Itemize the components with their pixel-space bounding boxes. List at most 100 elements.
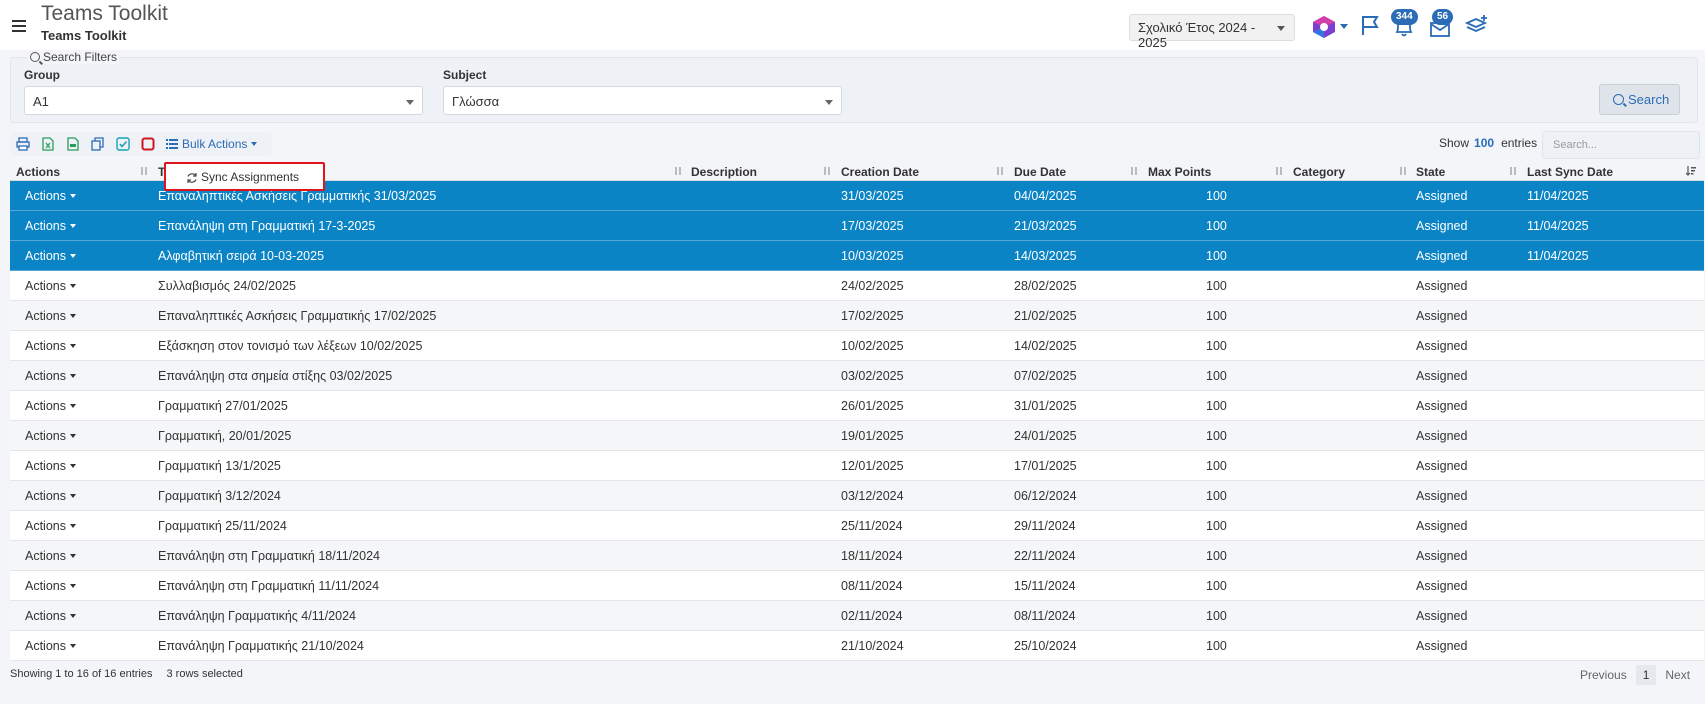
table-row[interactable]: Actions Γραμματική 3/12/2024 03/12/2024 06/… (10, 481, 1704, 511)
flag-icon[interactable] (1358, 13, 1382, 37)
office-hub-icon[interactable] (1310, 14, 1338, 40)
sort-icon (140, 167, 147, 176)
table-row[interactable]: Actions Αλφαβητική σειρά 10-03-2025 10/03/… (10, 241, 1704, 271)
search-button[interactable]: Search (1599, 84, 1680, 115)
state-text: Assigned (1416, 459, 1468, 473)
state-text: Assigned (1416, 609, 1468, 623)
row-actions-button[interactable]: Actions (25, 279, 76, 293)
menu-icon[interactable] (12, 20, 26, 32)
assignment-title: Επανάληψη Γραμματικής 21/10/2024 (158, 639, 364, 653)
col-actions[interactable]: Actions (16, 165, 60, 179)
row-actions-button[interactable]: Actions (25, 609, 76, 623)
table-row[interactable]: Actions Επανάληψη Γραμματικής 21/10/2024 2… (10, 631, 1704, 661)
group-select[interactable]: A1 (24, 86, 423, 115)
creation-date: 24/02/2025 (841, 279, 904, 293)
assignment-title-text: Επαναληπτικές Ασκήσεις Γραμματικής 17/02… (158, 309, 437, 323)
max-points-text: 100 (1206, 219, 1227, 233)
row-actions-button[interactable]: Actions (25, 219, 76, 233)
col-state[interactable]: State (1416, 165, 1445, 179)
chevron-down-icon (70, 554, 76, 558)
row-actions-button[interactable]: Actions (25, 549, 76, 563)
sync-assignments-menu-item[interactable]: Sync Assignments (164, 162, 325, 191)
bulk-actions-button[interactable]: Bulk Actions (166, 137, 258, 151)
row-actions-button[interactable]: Actions (25, 309, 76, 323)
hub-chevron-icon[interactable] (1340, 24, 1348, 29)
chevron-down-icon (70, 224, 76, 228)
table-row[interactable]: Actions Συλλαβισμός 24/02/2025 24/02/2025 2… (10, 271, 1704, 301)
csv-icon[interactable] (66, 137, 80, 151)
col-due-date[interactable]: Due Date (1014, 165, 1066, 179)
max-points: 100 (1206, 279, 1227, 293)
col-description[interactable]: Description (691, 165, 757, 179)
row-actions-button-text: Actions (25, 309, 66, 323)
max-points: 100 (1206, 339, 1227, 353)
due-date: 07/02/2025 (1014, 369, 1077, 383)
next-page-button[interactable]: Next (1665, 668, 1690, 682)
creation-date-text: 08/11/2024 (841, 579, 903, 593)
max-points: 100 (1206, 549, 1227, 563)
col-creation-date[interactable]: Creation Date (841, 165, 919, 179)
row-actions-button[interactable]: Actions (25, 339, 76, 353)
print-icon[interactable] (16, 137, 30, 151)
deselect-icon[interactable] (141, 137, 155, 151)
row-actions-button[interactable]: Actions (25, 249, 76, 263)
table-row[interactable]: Actions Γραμματική, 20/01/2025 19/01/2025 2… (10, 421, 1704, 451)
row-actions-button[interactable]: Actions (25, 519, 76, 533)
row-actions-button[interactable]: Actions (25, 639, 76, 653)
copy-icon[interactable] (91, 137, 105, 151)
row-actions-button[interactable]: Actions (25, 369, 76, 383)
table-row[interactable]: Actions Επανάληψη στα σημεία στίξης 03/02… (10, 361, 1704, 391)
due-date: 04/04/2025 (1014, 189, 1077, 203)
table-row[interactable]: Actions Επανάληψη Γραμματικής 4/11/2024 02… (10, 601, 1704, 631)
max-points-text: 100 (1206, 399, 1227, 413)
school-year-select[interactable]: Σχολικό Έτος 2024 - 2025 (1129, 14, 1295, 50)
check-all-icon[interactable] (116, 137, 130, 151)
table-row[interactable]: Actions Επαναληπτικές Ασκήσεις Γραμματική… (10, 301, 1704, 331)
table-row[interactable]: Actions Εξάσκηση στον τονισμό των λέξεων … (10, 331, 1704, 361)
table-row[interactable]: Actions Επανάληψη στη Γραμματική 18/11/20… (10, 541, 1704, 571)
row-actions-button-text: Actions (25, 369, 66, 383)
row-actions-button[interactable]: Actions (25, 459, 76, 473)
max-points-text: 100 (1206, 339, 1227, 353)
assignment-title-text: Αλφαβητική σειρά 10-03-2025 (158, 249, 325, 263)
col-last-sync-date[interactable]: Last Sync Date (1527, 165, 1613, 179)
row-actions-button-text: Actions (25, 609, 66, 623)
state: Assigned (1416, 249, 1467, 263)
creation-date: 31/03/2025 (841, 189, 904, 203)
due-date-text: 21/02/2025 (1014, 309, 1077, 323)
due-date: 06/12/2024 (1014, 489, 1077, 503)
assignment-title-text: Επανάληψη Γραμματικής 21/10/2024 (158, 639, 364, 653)
row-actions-button[interactable]: Actions (25, 489, 76, 503)
row-actions-button[interactable]: Actions (25, 579, 76, 593)
pagination: Previous 1 Next (1580, 665, 1690, 685)
search-icon (1613, 94, 1624, 105)
row-actions-button-text: Actions (25, 459, 66, 473)
state: Assigned (1416, 189, 1467, 203)
layers-add-icon[interactable] (1465, 13, 1489, 37)
search-icon (30, 52, 40, 62)
table-row[interactable]: Actions Γραμματική 27/01/2025 26/01/2025 31… (10, 391, 1704, 421)
col-category[interactable]: Category (1293, 165, 1345, 179)
assignment-title-text: Συλλαβισμός 24/02/2025 (158, 279, 296, 293)
table-row[interactable]: Actions Επανάληψη στη Γραμματική 11/11/20… (10, 571, 1704, 601)
row-actions-button[interactable]: Actions (25, 189, 76, 203)
row-actions-button[interactable]: Actions (25, 399, 76, 413)
creation-date-text: 12/01/2025 (841, 459, 904, 473)
due-date: 15/11/2024 (1014, 579, 1076, 593)
subject-select[interactable]: Γλώσσα (443, 86, 842, 115)
creation-date: 10/02/2025 (841, 339, 904, 353)
previous-page-button[interactable]: Previous (1580, 668, 1627, 682)
assignment-title: Επανάληψη στη Γραμματική 11/11/2024 (158, 579, 379, 593)
page-1-button[interactable]: 1 (1635, 665, 1657, 685)
col-max-points[interactable]: Max Points (1148, 165, 1211, 179)
row-actions-button-text: Actions (25, 339, 66, 353)
messages-badge: 56 (1432, 9, 1454, 25)
excel-icon[interactable] (41, 137, 55, 151)
row-actions-button[interactable]: Actions (25, 429, 76, 443)
table-search-input[interactable]: Search... (1542, 131, 1700, 159)
page-length-select[interactable]: 100 (1474, 136, 1494, 150)
table-row[interactable]: Actions Επανάληψη στη Γραμματική 17-3-202… (10, 211, 1704, 241)
row-actions-button-text: Actions (25, 249, 66, 263)
table-row[interactable]: Actions Γραμματική 13/1/2025 12/01/2025 17/… (10, 451, 1704, 481)
table-row[interactable]: Actions Γραμματική 25/11/2024 25/11/2024 29… (10, 511, 1704, 541)
